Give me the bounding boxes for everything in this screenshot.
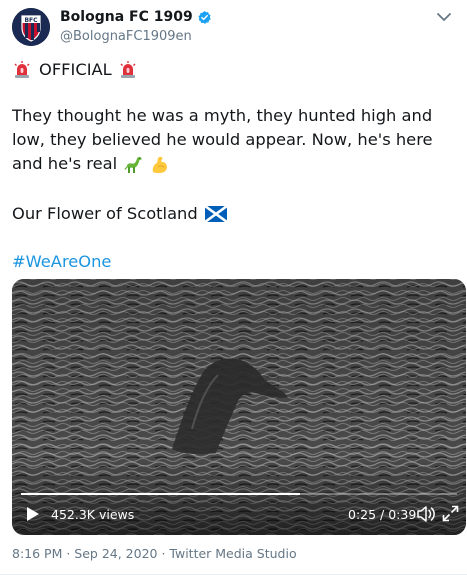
official-line: OFFICIAL	[12, 58, 452, 82]
view-count: 452.3K views	[51, 507, 135, 522]
video-time: 0:25 / 0:39	[348, 507, 417, 522]
author-name-row: Bologna FC 1909	[60, 9, 212, 25]
display-name[interactable]: Bologna FC 1909	[60, 9, 193, 25]
tweet-timestamp[interactable]: 8:16 PM · Sep 24, 2020 · Twitter Media S…	[12, 546, 297, 561]
author-handle[interactable]: @BolognaFC1909en	[60, 29, 192, 44]
official-label: OFFICIAL	[39, 60, 112, 79]
tweet-paragraph: They thought he was a myth, they hunted …	[12, 104, 452, 176]
expand-icon[interactable]	[442, 505, 459, 522]
scotland-line: Our Flower of Scotland	[12, 202, 452, 226]
svg-text:BFC: BFC	[24, 17, 38, 24]
club-crest-icon: BFC	[12, 8, 50, 46]
police-light-icon	[120, 61, 136, 78]
tweet-paragraph-text: They thought he was a myth, they hunted …	[12, 106, 433, 173]
play-icon[interactable]	[26, 506, 40, 522]
flexed-biceps-icon	[152, 156, 167, 173]
chevron-down-icon[interactable]	[435, 10, 453, 24]
volume-icon[interactable]	[416, 505, 436, 523]
video-player[interactable]: 452.3K views 0:25 / 0:39	[12, 279, 466, 535]
hashtag-link[interactable]: #WeAreOne	[12, 250, 452, 274]
scotland-line-text: Our Flower of Scotland	[12, 204, 198, 223]
sauropod-icon	[124, 156, 142, 173]
video-controls: 452.3K views 0:25 / 0:39	[12, 495, 466, 535]
scotland-flag-icon	[204, 206, 227, 222]
police-light-icon	[14, 61, 30, 78]
verified-badge-icon	[198, 10, 211, 24]
tweet-header: BFC Bologna FC 1909 @BolognaFC1909en	[12, 8, 455, 46]
avatar[interactable]: BFC	[12, 8, 50, 46]
